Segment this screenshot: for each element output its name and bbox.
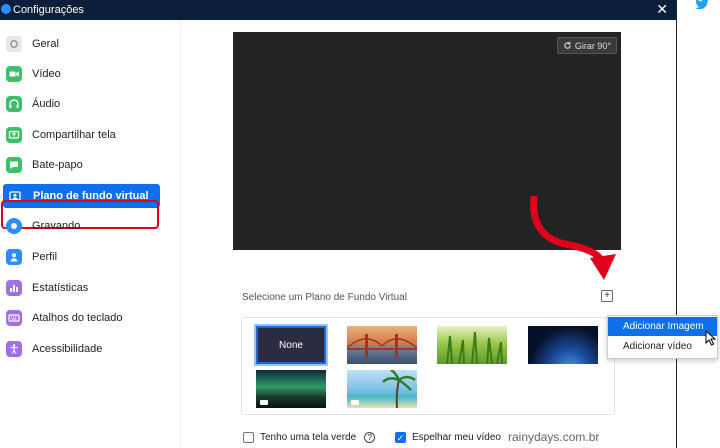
sidebar-item-profile[interactable]: Perfil: [0, 245, 165, 269]
thumbnail-beach[interactable]: [347, 370, 417, 408]
record-icon: [6, 218, 22, 234]
gear-icon: [6, 36, 22, 52]
help-icon[interactable]: ?: [364, 432, 376, 443]
mirror-video-option[interactable]: ✓ Espelhar meu vídeo: [395, 432, 501, 443]
add-background-button[interactable]: +: [601, 290, 613, 302]
background-gallery: None: [241, 317, 615, 415]
sidebar-item-share-screen[interactable]: Compartilhar tela: [0, 123, 165, 147]
menu-item-add-image[interactable]: Adicionar Imagem: [608, 317, 717, 336]
sidebar-item-video[interactable]: Vídeo: [0, 62, 165, 86]
sidebar-item-label: Perfil: [32, 251, 58, 263]
green-screen-label: Tenho uma tela verde: [260, 432, 357, 443]
statistics-icon: [6, 280, 22, 296]
sidebar-item-label: Compartilhar tela: [32, 129, 116, 141]
thumbnail-earth-space[interactable]: [528, 326, 598, 364]
thumbnail-none[interactable]: None: [254, 324, 328, 366]
sidebar-item-label: Geral: [32, 38, 59, 50]
background-window: [676, 0, 720, 448]
mirror-video-label: Espelhar meu vídeo: [412, 432, 501, 443]
chat-icon: [6, 157, 22, 173]
sidebar-item-label: Áudio: [32, 98, 61, 110]
sidebar-item-statistics[interactable]: Estatísticas: [0, 276, 165, 300]
video-badge-icon: [351, 400, 359, 405]
sidebar-item-label: Bate-papo: [32, 159, 83, 171]
sidebar-item-accessibility[interactable]: Acessibilidade: [0, 337, 165, 361]
twitter-icon: [695, 0, 709, 10]
thumbnail-golden-gate[interactable]: [347, 326, 417, 364]
grass-image: [446, 331, 503, 364]
background-section-label: Selecione um Plano de Fundo Virtual: [242, 292, 407, 303]
sidebar-item-label: Estatísticas: [32, 282, 89, 294]
sidebar-item-label: Acessibilidade: [32, 343, 103, 355]
add-background-menu: Adicionar Imagem Adicionar vídeo: [607, 315, 718, 359]
accessibility-icon: [6, 341, 22, 357]
sidebar-item-geral[interactable]: Geral: [0, 32, 165, 56]
bridge-image: [347, 334, 417, 358]
window-title: Configurações: [13, 4, 84, 16]
thumbnail-aurora[interactable]: [256, 370, 326, 408]
video-icon: [6, 66, 22, 82]
thumbnail-grass[interactable]: [437, 326, 507, 364]
keyboard-icon: [6, 310, 22, 326]
close-button[interactable]: ✕: [656, 1, 668, 18]
red-arrow-annotation: [530, 196, 616, 280]
video-badge-icon: [260, 400, 268, 405]
sidebar-item-audio[interactable]: Áudio: [0, 92, 165, 116]
sidebar-item-label: Atalhos do teclado: [32, 312, 123, 324]
sidebar-item-recording[interactable]: Gravando: [0, 214, 165, 238]
profile-icon: [6, 249, 22, 265]
rotate-button[interactable]: Girar 90°: [556, 37, 617, 54]
green-screen-checkbox[interactable]: [243, 432, 254, 443]
mirror-video-checkbox[interactable]: ✓: [395, 432, 406, 443]
sidebar-item-keyboard-shortcuts[interactable]: Atalhos do teclado: [0, 306, 165, 330]
green-screen-option[interactable]: Tenho uma tela verde ?: [243, 432, 376, 443]
sidebar-item-chat[interactable]: Bate-papo: [0, 153, 165, 177]
sidebar-item-label: Vídeo: [32, 68, 61, 80]
menu-item-add-video[interactable]: Adicionar vídeo: [608, 337, 717, 356]
share-screen-icon: [6, 127, 22, 143]
rotate-icon: [564, 41, 571, 49]
mouse-cursor-icon: [705, 330, 717, 346]
settings-sidebar: Geral Vídeo Áudio Compartilhar tela Bate…: [0, 20, 181, 448]
watermark: rainydays.com.br: [508, 430, 600, 444]
rotate-label: Girar 90°: [574, 40, 611, 51]
zoom-app-icon: [1, 4, 11, 14]
sidebar-item-label: Gravando: [32, 220, 81, 232]
headphones-icon: [6, 96, 22, 112]
title-bar: Configurações ✕: [0, 0, 676, 20]
